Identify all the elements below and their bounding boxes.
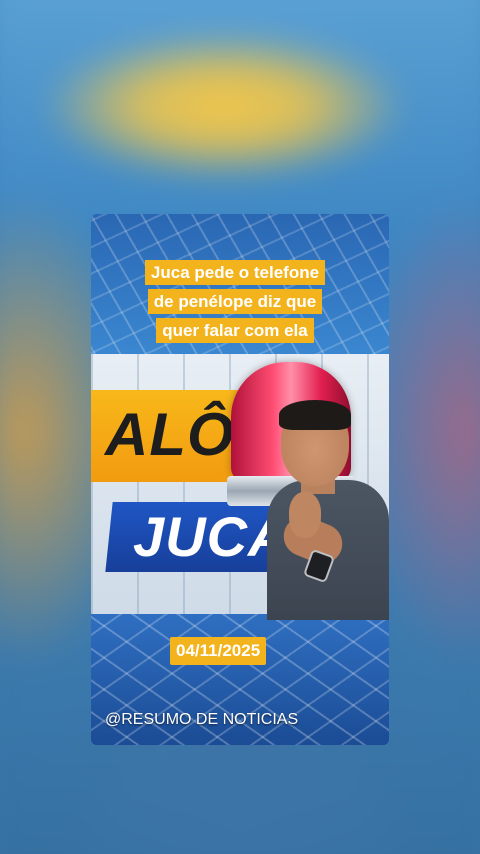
presenter-hand	[289, 492, 321, 538]
headline-line-2: de penélope diz que	[147, 289, 323, 314]
alo-logo-text: ALÔ	[105, 401, 235, 468]
headline-line-3: quer falar com ela	[156, 318, 314, 343]
presenter-hair	[279, 400, 351, 430]
date-label: 04/11/2025	[170, 637, 267, 665]
headline-caption: Juca pede o telefone de penélope diz que…	[137, 258, 333, 345]
channel-watermark: @RESUMO DE NOTICIAS	[105, 711, 299, 728]
headline-line-1: Juca pede o telefone	[144, 260, 326, 285]
video-card[interactable]: ALÔ JUCA Juca pede o telefone de penélop…	[91, 214, 389, 745]
presenter	[259, 400, 389, 620]
